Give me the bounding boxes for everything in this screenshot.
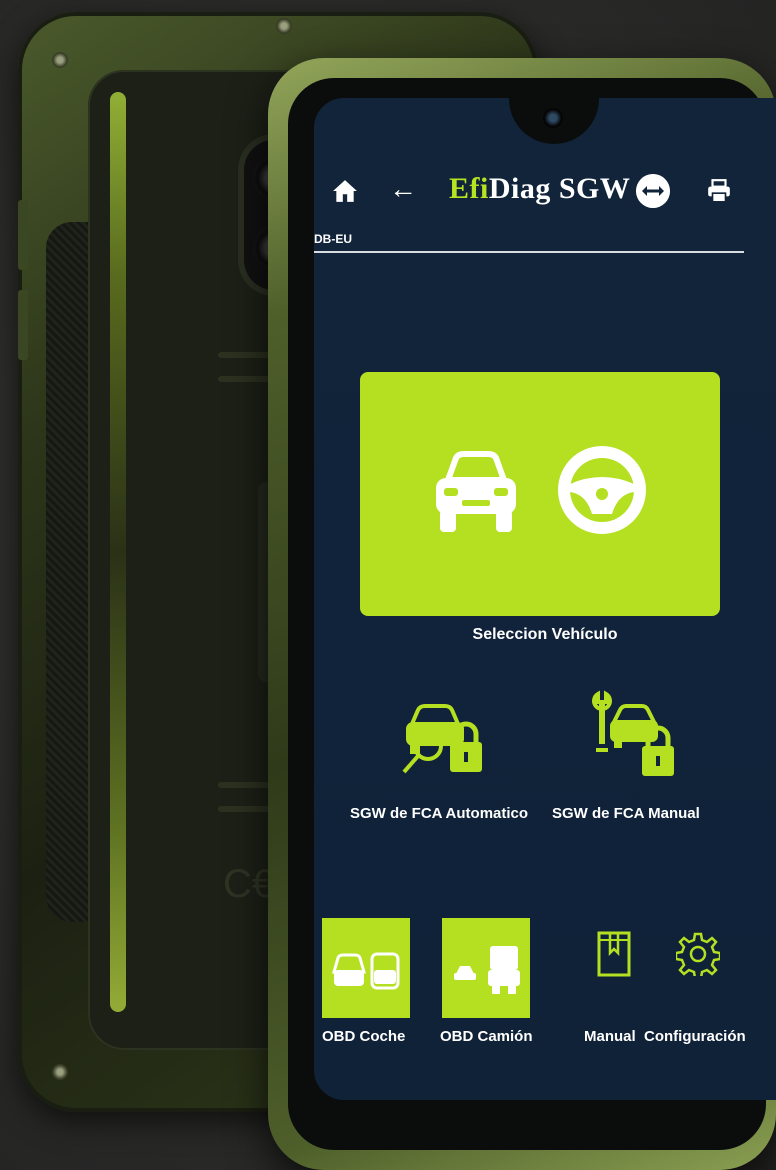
- app-screen: ← EfiDiag SGW DB-EU Seleccion Vehículo S…: [314, 98, 776, 1100]
- front-camera-icon: [543, 108, 563, 128]
- print-icon[interactable]: [706, 178, 732, 204]
- sgw-fca-automatic-label: SGW de FCA Automatico: [350, 805, 529, 822]
- title-rest: Diag SGW: [488, 172, 631, 205]
- obd-car-button[interactable]: [322, 918, 410, 1018]
- select-vehicle-label: Seleccion Vehículo: [472, 626, 618, 643]
- car-wrench-lock-icon: [592, 690, 674, 776]
- screw-icon: [52, 1064, 68, 1080]
- obd-truck-button[interactable]: [442, 918, 530, 1018]
- truck-icon: [454, 946, 520, 994]
- side-button: [18, 290, 28, 360]
- car-suv-icon: [332, 952, 400, 990]
- swap-horizontal-icon[interactable]: [636, 174, 670, 208]
- screw-icon: [276, 18, 292, 34]
- book-icon[interactable]: [596, 930, 632, 978]
- notch: [509, 98, 599, 144]
- obd-truck-label: OBD Camión: [440, 1028, 533, 1045]
- home-icon[interactable]: [332, 178, 358, 204]
- settings-label: Configuración: [644, 1028, 746, 1045]
- car-icon: [436, 451, 516, 532]
- app-title: EfiDiag SGW: [449, 172, 630, 206]
- steering-wheel-icon: [558, 446, 646, 534]
- select-vehicle-tile[interactable]: [360, 372, 720, 616]
- gear-icon[interactable]: [676, 932, 720, 976]
- ce-mark-logo: C€: [223, 862, 275, 906]
- header-divider: [314, 251, 744, 253]
- title-accent: Efi: [449, 172, 489, 205]
- sgw-fca-manual-label: SGW de FCA Manual: [552, 805, 700, 822]
- screw-icon: [52, 52, 68, 68]
- side-button: [18, 200, 28, 270]
- back-glow-strip: [110, 92, 126, 1012]
- database-label: DB-EU: [314, 232, 352, 246]
- obd-car-label: OBD Coche: [322, 1028, 406, 1045]
- app-header: ← EfiDiag SGW: [314, 168, 776, 228]
- sgw-fca-automatic-button[interactable]: [398, 696, 488, 780]
- manual-label: Manual: [584, 1028, 636, 1045]
- arrow-left-icon[interactable]: ←: [389, 174, 417, 204]
- car-search-lock-icon: [402, 704, 482, 774]
- sgw-fca-manual-button[interactable]: [590, 690, 680, 780]
